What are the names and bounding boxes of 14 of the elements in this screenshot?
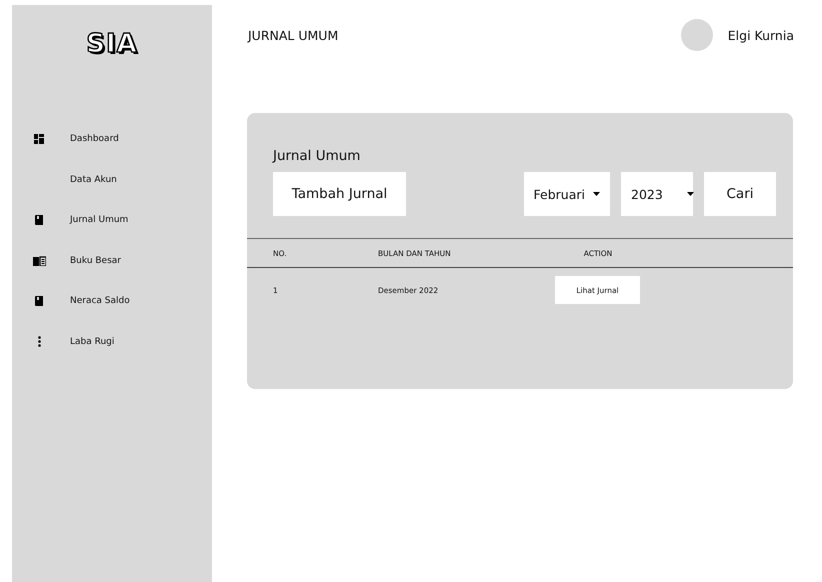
- year-dropdown[interactable]: 2023: [621, 172, 693, 216]
- sidebar-item[interactable]: Data Akun: [70, 174, 117, 185]
- user-name: Elgi Kurnia: [728, 28, 794, 42]
- card-title: Jurnal Umum: [271, 147, 360, 164]
- sidebar-item[interactable]: Dashboard: [70, 134, 119, 144]
- sidebar-item[interactable]: Jurnal Umum: [70, 215, 128, 226]
- sidebar-item[interactable]: Laba Rugi: [70, 336, 114, 347]
- sidebar-item[interactable]: Neraca Saldo: [70, 296, 130, 306]
- add-journal-button[interactable]: Tambah Jurnal: [273, 172, 406, 216]
- logo: SIA: [86, 29, 138, 59]
- page-title: JURNAL UMUM: [248, 28, 338, 42]
- sidebar-item[interactable]: Buku Besar: [70, 256, 121, 266]
- search-button[interactable]: Cari: [704, 172, 776, 216]
- month-dropdown[interactable]: Februari: [524, 172, 610, 216]
